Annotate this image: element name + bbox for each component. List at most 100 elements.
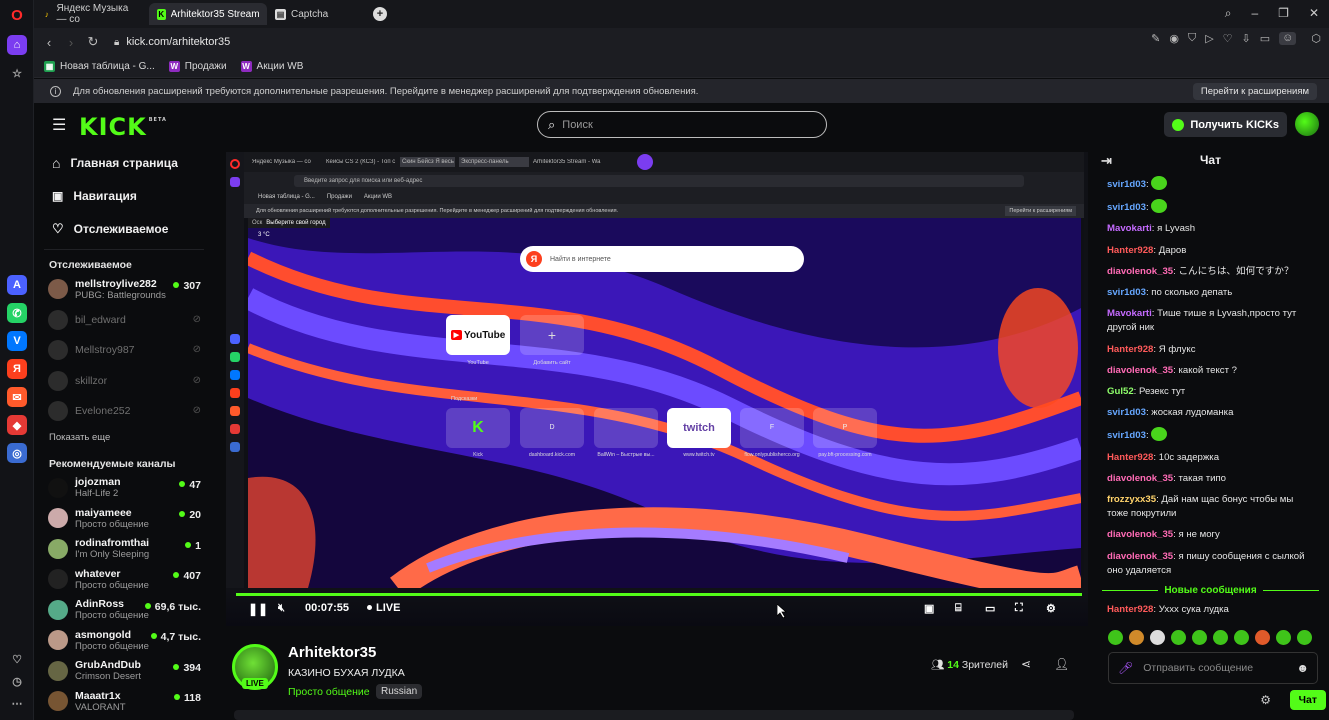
emote-icon[interactable] — [1129, 630, 1144, 645]
chat-input[interactable]: 🎤︎ Отправить сообщение ☻ — [1108, 652, 1318, 684]
emote-icon[interactable] — [1297, 630, 1312, 645]
followed-channel[interactable]: Mellstroy987 ⊘ — [34, 335, 214, 366]
send-chat-button[interactable]: Чат — [1289, 690, 1326, 710]
tab-yandex-music[interactable]: ♪ Яндекс Музыка — со — [34, 3, 149, 25]
chat-username[interactable]: svir1d03 — [1107, 407, 1146, 418]
speed-dial-tile[interactable]: twitch — [667, 408, 731, 448]
bookmark-sales[interactable]: W Продажи — [168, 61, 227, 72]
recommended-channel[interactable]: maiyameee Просто общение 20 — [34, 503, 214, 534]
star-icon[interactable]: ☆ — [7, 63, 27, 83]
speed-dial-tile[interactable]: D — [520, 408, 584, 448]
settings-icon[interactable]: ⚙ — [1046, 602, 1056, 615]
wallet-icon[interactable]: ▭ — [1260, 32, 1270, 45]
pause-icon[interactable]: ❚❚ — [248, 602, 268, 616]
city-badge[interactable]: Оск Выберите свой город — [248, 218, 330, 228]
chat-username[interactable]: Hanter928 — [1107, 452, 1153, 463]
recommended-channel[interactable]: AdinRoss Просто общение 69,6 тыс. — [34, 595, 214, 626]
speed-dial-youtube[interactable]: ▶ YouTube — [446, 315, 510, 355]
language-tag[interactable]: Russian — [376, 684, 423, 699]
chat-username[interactable]: Hanter928 — [1107, 344, 1153, 355]
chat-username[interactable]: Hanter928 — [1107, 604, 1153, 615]
followed-channel[interactable]: bil_edward ⊘ — [34, 305, 214, 336]
kick-logo[interactable]: KICK BETA — [79, 113, 167, 141]
tab-captcha[interactable]: ▤ Captcha — [267, 3, 367, 25]
minimize-icon[interactable]: – — [1251, 6, 1258, 21]
new-tab-button[interactable]: + — [373, 7, 387, 21]
search-input[interactable]: ⌕ Поиск — [537, 111, 827, 138]
heart-icon[interactable]: ♡ — [7, 649, 27, 669]
more-icon[interactable]: ⋯ — [7, 693, 27, 713]
profile-icon[interactable]: ☺ — [1279, 32, 1297, 45]
emote-icon[interactable] — [1234, 630, 1249, 645]
chat-username[interactable]: diavolenok_35 — [1107, 473, 1173, 484]
search-tabs-icon[interactable]: ⌕ — [1225, 6, 1232, 21]
app-icon[interactable]: ◆ — [7, 415, 27, 435]
get-kicks-button[interactable]: Получить KICKs — [1164, 112, 1287, 137]
show-more-link[interactable]: Показать еще — [34, 427, 214, 447]
chat-username[interactable]: svir1d03 — [1107, 430, 1146, 441]
emote-icon[interactable] — [1213, 630, 1228, 645]
mic-icon[interactable]: 🎤︎ — [1118, 661, 1133, 675]
followed-channel[interactable]: skillzor ⊘ — [34, 366, 214, 397]
followed-channel[interactable]: Evelone252 ⊘ — [34, 396, 214, 427]
chat-username[interactable]: svir1d03 — [1107, 287, 1146, 298]
whatsapp-icon[interactable]: ✆ — [7, 303, 27, 323]
cast-icon[interactable]: ⌸ — [955, 602, 962, 615]
home-icon[interactable]: ⌂ — [7, 35, 27, 55]
streamer-name[interactable]: Arhitektor35 — [288, 644, 376, 661]
discord-icon[interactable]: ◎ — [7, 443, 27, 463]
user-avatar[interactable] — [1295, 112, 1319, 136]
follow-user-icon[interactable]: 👤︎ — [1054, 657, 1069, 671]
yandex-icon[interactable]: Я — [7, 359, 27, 379]
recommended-channel[interactable]: GrubAndDub Crimson Desert 394 — [34, 656, 214, 687]
camera-icon[interactable]: ◉ — [1169, 32, 1179, 45]
pip-icon[interactable]: ▣ — [924, 602, 934, 615]
video-player[interactable]: Яндекс Музыка — со Кейсы CS 2 (КСЗ) - То… — [226, 152, 1088, 626]
forward-icon[interactable]: › — [60, 35, 82, 50]
play-icon[interactable]: ▷ — [1205, 32, 1213, 45]
speed-dial-tile[interactable]: P — [813, 408, 877, 448]
chat-username[interactable]: frozzyxx35 — [1107, 494, 1156, 505]
chat-username[interactable]: diavolenok_35 — [1107, 529, 1173, 540]
emoji-icon[interactable]: ☻ — [1296, 661, 1309, 675]
maximize-icon[interactable]: ❐ — [1278, 6, 1289, 21]
nav-browse[interactable]: ▣ Навигация — [34, 179, 214, 212]
chat-username[interactable]: svir1d03 — [1107, 202, 1146, 213]
tab-kick-stream[interactable]: K Arhitektor35 Stream - Wa — [149, 3, 267, 25]
progress-bar[interactable] — [236, 593, 1082, 596]
speed-dial-tile[interactable]: F — [740, 408, 804, 448]
theater-icon[interactable]: ▭ — [985, 602, 995, 615]
emote-icon[interactable] — [1276, 630, 1291, 645]
reload-icon[interactable]: ↻ — [82, 34, 104, 50]
nav-following[interactable]: ♡ Отслеживаемое — [34, 212, 214, 245]
chat-username[interactable]: diavolenok_35 — [1107, 266, 1173, 277]
history-icon[interactable]: ◷ — [7, 671, 27, 691]
edit-icon[interactable]: ✎ — [1151, 32, 1160, 45]
yandex-search-box[interactable]: Я Найти в интернете — [520, 246, 804, 272]
followed-channel[interactable]: mellstroylive282 PUBG: Battlegrounds 307 — [34, 274, 214, 305]
recommended-channel[interactable]: rodinafromthai I'm Only Sleeping 1 — [34, 534, 214, 565]
stream-category[interactable]: Просто общение — [288, 686, 370, 698]
recommended-channel[interactable]: whatever Просто общение 407 — [34, 564, 214, 595]
chat-username[interactable]: diavolenok_35 — [1107, 551, 1173, 562]
speed-dial-tile[interactable]: K — [446, 408, 510, 448]
emote-icon[interactable] — [1108, 630, 1123, 645]
back-icon[interactable]: ‹ — [38, 35, 60, 50]
url-field[interactable]: 🔒︎ kick.com/arhitektor35 — [114, 31, 1154, 53]
collapse-chat-icon[interactable]: ⇥ — [1101, 153, 1112, 169]
emote-icon[interactable] — [1192, 630, 1207, 645]
chat-username[interactable]: Gul52 — [1107, 386, 1134, 397]
download-icon[interactable]: ⇩ — [1242, 32, 1251, 45]
chat-username[interactable]: Hanter928 — [1107, 245, 1153, 256]
chat-settings-icon[interactable]: ⚙ — [1260, 693, 1271, 707]
chat-username[interactable]: Mavokarti — [1107, 308, 1152, 319]
menu-icon[interactable]: ☰ — [52, 115, 66, 135]
vk-icon[interactable]: V — [7, 331, 27, 351]
emote-icon[interactable] — [1255, 630, 1270, 645]
opera-logo-icon[interactable]: O — [7, 5, 27, 25]
close-icon[interactable]: ✕ — [1309, 6, 1319, 21]
recommended-channel[interactable]: asmongold Просто общение 4,7 тыс. — [34, 625, 214, 656]
nav-home[interactable]: ⌂ Главная страница — [34, 146, 214, 179]
mail-icon[interactable]: ✉ — [7, 387, 27, 407]
new-messages-divider[interactable]: Новые сообщения — [1092, 585, 1329, 596]
